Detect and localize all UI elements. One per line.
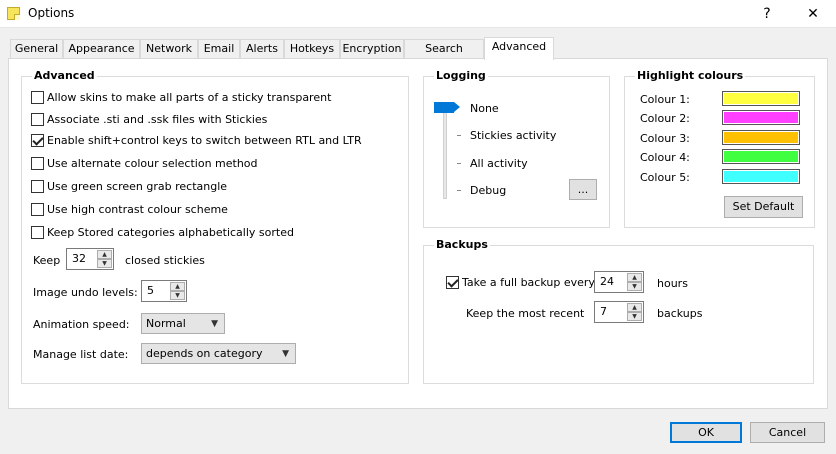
log-browse-button[interactable]: ... (569, 179, 597, 200)
slider-tick (457, 135, 461, 136)
chevron-down-icon: ▼ (211, 319, 218, 329)
backup-hours-suffix: hours (657, 277, 688, 290)
select-value: depends on category (146, 347, 263, 360)
keep-recent-label: Keep the most recent (466, 307, 585, 320)
checkbox-label: Allow skins to make all parts of a stick… (47, 91, 332, 104)
logging-slider-thumb[interactable] (434, 102, 460, 113)
stepper-value[interactable]: 5 (147, 284, 154, 297)
logging-group-title: Logging (434, 69, 488, 82)
select-value: Normal (146, 317, 186, 330)
checkbox-box[interactable] (31, 134, 44, 147)
colour-1-label: Colour 1: (640, 93, 690, 106)
animation-speed-label: Animation speed: (33, 318, 130, 331)
title-bar: Options ? ✕ (0, 0, 836, 28)
window-title: Options (28, 6, 75, 20)
manage-list-date-label: Manage list date: (33, 348, 129, 361)
stepper-up-icon[interactable]: ▲ (97, 250, 112, 259)
checkbox-label: Use high contrast colour scheme (47, 203, 228, 216)
colour-5-label: Colour 5: (640, 171, 690, 184)
ok-button[interactable]: OK (670, 422, 742, 443)
tab-network[interactable]: Network (140, 39, 198, 59)
colour-2-label: Colour 2: (640, 112, 690, 125)
colour-4-label: Colour 4: (640, 151, 690, 164)
close-button[interactable]: ✕ (790, 0, 836, 28)
cancel-button[interactable]: Cancel (750, 422, 825, 443)
stepper-value[interactable]: 7 (600, 305, 607, 318)
checkbox-box[interactable] (446, 276, 459, 289)
slider-tick (457, 163, 461, 164)
stepper-up-icon[interactable]: ▲ (627, 303, 642, 312)
checkbox-box[interactable] (31, 91, 44, 104)
stepper-down-icon[interactable]: ▼ (627, 312, 642, 321)
tab-advanced[interactable]: Advanced (484, 37, 554, 60)
colour-2-swatch[interactable] (722, 110, 800, 125)
advanced-group-title: Advanced (32, 69, 97, 82)
logging-level-all-activity[interactable]: All activity (470, 157, 528, 170)
checkbox-box[interactable] (31, 113, 44, 126)
checkbox-box[interactable] (31, 203, 44, 216)
tab-appearance[interactable]: Appearance (63, 39, 140, 59)
colour-4-swatch[interactable] (722, 149, 800, 164)
stepper-down-icon[interactable]: ▼ (627, 282, 642, 291)
sticky-note-icon (7, 7, 20, 20)
keep-label: Keep (33, 254, 61, 267)
undo-levels-label: Image undo levels: (33, 286, 138, 299)
highlight-colours-group: Highlight colours Colour 1: Colour 2: Co… (624, 69, 815, 228)
keep-closed-stepper[interactable]: 32 ▲ ▼ (66, 248, 114, 270)
backup-hours-stepper[interactable]: 24 ▲ ▼ (594, 271, 644, 293)
stepper-down-icon[interactable]: ▼ (170, 291, 185, 300)
tab-panel: Advanced Allow skins to make all parts o… (8, 58, 828, 409)
checkbox-label: Associate .sti and .ssk files with Stick… (47, 113, 268, 126)
highlight-colours-title: Highlight colours (635, 69, 746, 82)
colour-3-label: Colour 3: (640, 132, 690, 145)
stepper-down-icon[interactable]: ▼ (97, 259, 112, 268)
slider-tick (457, 190, 461, 191)
undo-levels-stepper[interactable]: 5 ▲ ▼ (141, 280, 187, 302)
tab-alerts[interactable]: Alerts (240, 39, 284, 59)
checkbox-label: Use alternate colour selection method (47, 157, 258, 170)
manage-list-date-select[interactable]: depends on category ▼ (141, 343, 296, 364)
checkbox-box[interactable] (31, 180, 44, 193)
stepper-value[interactable]: 32 (72, 252, 86, 265)
logging-slider-track[interactable] (443, 112, 447, 199)
keep-recent-suffix: backups (657, 307, 703, 320)
tab-search-engines[interactable]: Search Engines (404, 39, 484, 73)
keep-suffix: closed stickies (125, 254, 205, 267)
set-default-button[interactable]: Set Default (724, 196, 803, 218)
logging-level-debug[interactable]: Debug (470, 184, 506, 197)
colour-5-swatch[interactable] (722, 169, 800, 184)
backups-group-title: Backups (434, 238, 490, 251)
colour-3-swatch[interactable] (722, 130, 800, 145)
colour-1-swatch[interactable] (722, 91, 800, 106)
animation-speed-select[interactable]: Normal ▼ (141, 313, 225, 334)
chevron-down-icon: ▼ (282, 349, 289, 359)
stepper-value[interactable]: 24 (600, 275, 614, 288)
logging-level-stickies-activity[interactable]: Stickies activity (470, 129, 556, 142)
checkbox-label: Keep Stored categories alphabetically so… (47, 226, 294, 239)
logging-group: Logging None Stickies activity All activ… (423, 69, 610, 228)
tab-encryption[interactable]: Encryption (340, 39, 404, 59)
backups-group: Backups Take a full backup every 24 ▲ ▼ … (423, 238, 814, 384)
tab-hotkeys[interactable]: Hotkeys (284, 39, 340, 59)
tab-general[interactable]: General (10, 39, 63, 59)
stepper-up-icon[interactable]: ▲ (170, 282, 185, 291)
logging-level-none[interactable]: None (470, 102, 499, 115)
checkbox-box[interactable] (31, 226, 44, 239)
keep-recent-stepper[interactable]: 7 ▲ ▼ (594, 301, 644, 323)
stepper-up-icon[interactable]: ▲ (627, 273, 642, 282)
checkbox-label: Enable shift+control keys to switch betw… (47, 134, 362, 147)
tab-email[interactable]: Email (198, 39, 240, 59)
checkbox-box[interactable] (31, 157, 44, 170)
help-button[interactable]: ? (744, 0, 790, 28)
advanced-group: Advanced Allow skins to make all parts o… (21, 69, 409, 384)
checkbox-label: Use green screen grab rectangle (47, 180, 228, 193)
checkbox-label: Take a full backup every (462, 276, 595, 289)
